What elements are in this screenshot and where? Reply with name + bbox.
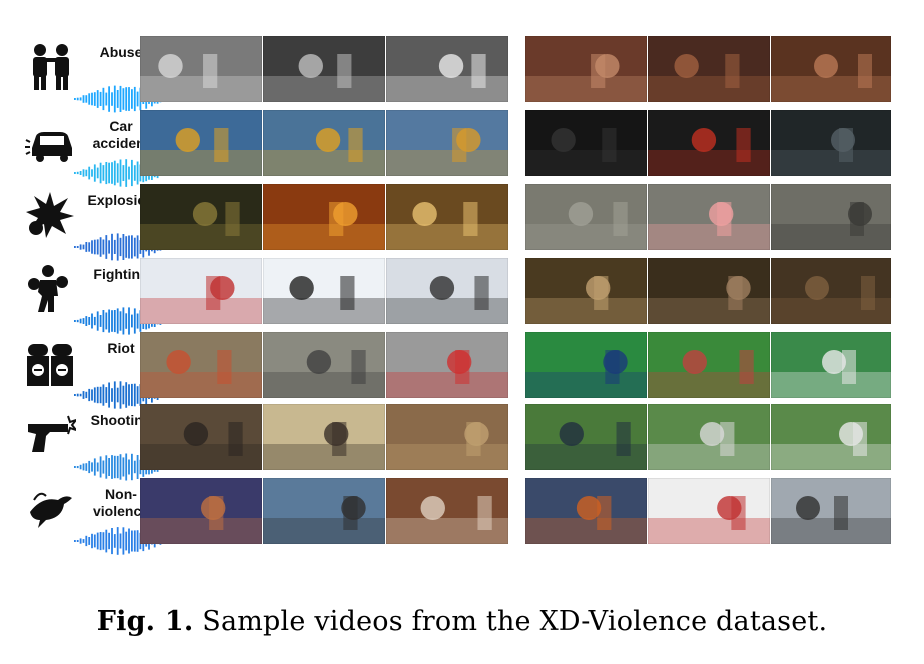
video-frame — [525, 332, 647, 398]
video-frame — [386, 404, 508, 470]
video-frame — [525, 478, 647, 544]
video-frame — [386, 258, 508, 324]
video-frame — [771, 36, 891, 102]
video-frame — [771, 478, 891, 544]
riot-police-icon — [24, 336, 76, 388]
video-frame — [525, 184, 647, 250]
video-frame — [386, 478, 508, 544]
row-car-accident: Car accident — [20, 110, 900, 187]
video-frame — [140, 36, 262, 102]
row-non-violence: Non-violence — [20, 478, 900, 555]
explosion-icon — [24, 188, 76, 240]
video-frame — [771, 404, 891, 470]
video-frame — [525, 404, 647, 470]
video-frame — [140, 184, 262, 250]
figure-label: Fig. 1. — [96, 606, 194, 637]
video-frame — [263, 110, 385, 176]
video-frame — [525, 110, 647, 176]
video-frame — [771, 332, 891, 398]
gun-icon — [24, 408, 79, 460]
row-riot: Riot — [20, 332, 900, 409]
car-crash-icon — [24, 114, 76, 166]
figure-caption: Fig. 1. Sample videos from the XD-Violen… — [0, 606, 924, 637]
video-frame — [386, 110, 508, 176]
video-frame — [648, 404, 770, 470]
abuse-icon — [24, 40, 76, 92]
video-frame — [263, 36, 385, 102]
video-frame — [771, 184, 891, 250]
video-frame — [525, 258, 647, 324]
dove-icon — [24, 482, 76, 534]
video-frame — [386, 332, 508, 398]
video-frame — [140, 478, 262, 544]
video-frame — [263, 332, 385, 398]
video-frame — [648, 258, 770, 324]
video-frame — [648, 332, 770, 398]
video-frame — [648, 184, 770, 250]
video-frame — [263, 258, 385, 324]
row-fighting: Fighting — [20, 258, 900, 335]
video-frame — [648, 478, 770, 544]
row-abuse: Abuse — [20, 36, 900, 113]
video-frame — [263, 184, 385, 250]
video-frame — [648, 110, 770, 176]
video-frame — [140, 110, 262, 176]
video-frame — [386, 184, 508, 250]
video-frame — [771, 258, 891, 324]
row-shooting: Shooting — [20, 404, 900, 481]
video-frame — [140, 258, 262, 324]
boxer-icon — [24, 262, 76, 314]
video-frame — [386, 36, 508, 102]
video-frame — [525, 36, 647, 102]
figure: Abuse Car accident Explosion Fighting Riot Sh… — [0, 0, 924, 664]
caption-text: Sample videos from the XD-Violence datas… — [202, 606, 828, 637]
video-frame — [771, 110, 891, 176]
video-frame — [140, 404, 262, 470]
video-frame — [263, 478, 385, 544]
video-frame — [263, 404, 385, 470]
video-frame — [140, 332, 262, 398]
video-frame — [648, 36, 770, 102]
row-explosion: Explosion — [20, 184, 900, 261]
